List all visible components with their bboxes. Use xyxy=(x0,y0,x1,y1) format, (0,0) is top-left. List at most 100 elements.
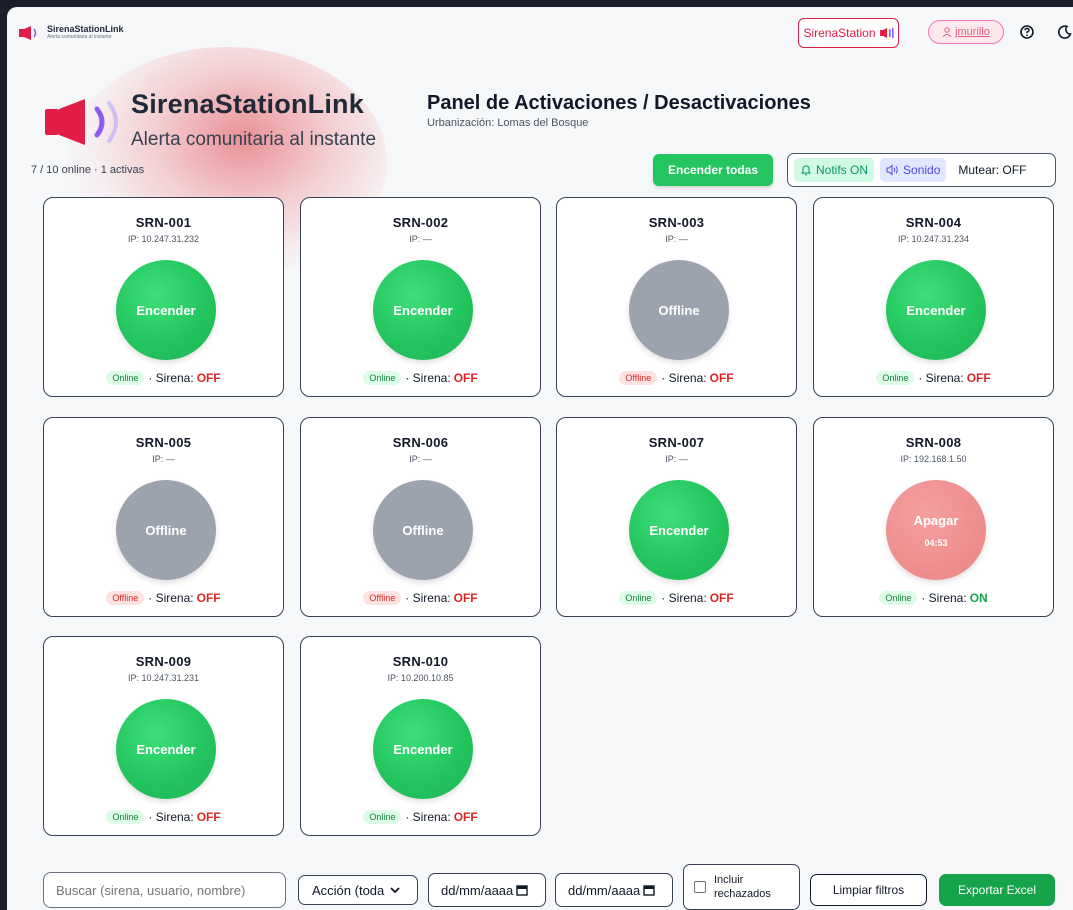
siren-ip: IP: — xyxy=(152,454,175,464)
speaker-icon xyxy=(886,164,898,176)
siren-ip: IP: 192.168.1.50 xyxy=(900,454,967,464)
siren-ip: IP: 10.247.31.234 xyxy=(897,234,970,244)
brand-small[interactable]: SirenaStationLink Alerta comunitaria al … xyxy=(19,24,124,41)
siren-status-line: Online · Sirena: OFF xyxy=(557,591,796,605)
notifs-toggle[interactable]: Notifs ON xyxy=(794,158,875,182)
page-subtitle: Urbanización: Lomas del Bosque xyxy=(427,117,589,129)
status-badge: Offline xyxy=(619,371,658,385)
station-button[interactable]: SirenaStation xyxy=(798,18,899,48)
filters-bar: Acción (toda dd/mm/aaaa dd/mm/aaaa Inclu… xyxy=(7,862,1073,910)
siren-label: · Sirena: xyxy=(405,371,451,385)
siren-small-icon xyxy=(879,28,894,38)
include-rejected-checkbox[interactable]: Incluir rechazados xyxy=(683,864,800,910)
siren-label: · Sirena: xyxy=(148,591,194,605)
action-select-value: Acción (toda xyxy=(312,882,385,898)
turn-on-button[interactable]: Encender xyxy=(886,260,986,360)
turn-on-button[interactable]: Encender xyxy=(629,480,729,580)
siren-card: SRN-002 IP: — Encender Online · Sirena: OFF xyxy=(300,197,541,397)
notifs-label: Notifs ON xyxy=(816,163,869,177)
siren-logo-large-icon xyxy=(45,99,118,145)
siren-status-line: Offline · Sirena: OFF xyxy=(557,371,796,385)
siren-ip: IP: 10.200.10.85 xyxy=(387,673,454,683)
mute-toggle[interactable]: Mutear: OFF xyxy=(958,163,1026,177)
user-menu-button[interactable]: jmurillo xyxy=(928,20,1004,44)
siren-card: SRN-009 IP: 10.247.31.231 Encender Online · … xyxy=(43,636,284,836)
siren-card: SRN-010 IP: 10.200.10.85 Encender Online · S… xyxy=(300,636,541,836)
siren-ip: IP: 10.247.31.231 xyxy=(127,673,200,683)
date-to-value: dd/mm/aaaa xyxy=(568,882,641,898)
siren-card: SRN-003 IP: — Offline Offline · Sirena: OFF xyxy=(556,197,797,397)
clear-filters-button[interactable]: Limpiar filtros xyxy=(810,874,927,906)
offline-button: Offline xyxy=(629,260,729,360)
siren-button-label: Encender xyxy=(906,302,966,318)
siren-label: · Sirena: xyxy=(148,810,194,824)
siren-status-line: Online · Sirena: OFF xyxy=(301,371,540,385)
siren-card: SRN-005 IP: — Offline Offline · Sirena: OFF xyxy=(43,417,284,617)
siren-status-line: Offline · Sirena: OFF xyxy=(301,591,540,605)
export-excel-button[interactable]: Exportar Excel xyxy=(939,874,1055,906)
siren-button-label: Encender xyxy=(136,741,196,757)
turn-on-button[interactable]: Encender xyxy=(373,260,473,360)
turn-on-button[interactable]: Encender xyxy=(373,699,473,799)
siren-status-line: Online · Sirena: OFF xyxy=(301,810,540,824)
theme-toggle-icon[interactable] xyxy=(1057,24,1073,40)
siren-label: · Sirena: xyxy=(148,371,194,385)
siren-label: · Sirena: xyxy=(405,591,451,605)
search-input[interactable] xyxy=(43,872,286,908)
turn-on-all-button[interactable]: Encender todas xyxy=(653,154,773,186)
siren-state: OFF xyxy=(453,591,478,605)
siren-card: SRN-006 IP: — Offline Offline · Sirena: OFF xyxy=(300,417,541,617)
siren-name: SRN-006 xyxy=(392,435,449,450)
status-badge: Online xyxy=(619,591,658,605)
app-window: SirenaStationLink Alerta comunitaria al … xyxy=(7,7,1073,910)
turn-on-button[interactable]: Encender xyxy=(116,699,216,799)
siren-timer: 04:53 xyxy=(924,537,948,548)
siren-status-line: Online · Sirena: OFF xyxy=(814,371,1053,385)
date-to-input[interactable]: dd/mm/aaaa xyxy=(555,873,673,907)
siren-button-label: Encender xyxy=(393,302,453,318)
siren-status-line: Online · Sirena: ON xyxy=(814,591,1053,605)
chevron-down-icon xyxy=(390,887,400,894)
turn-off-button[interactable]: Apagar 04:53 xyxy=(886,480,986,580)
turn-on-button[interactable]: Encender xyxy=(116,260,216,360)
brand-small-name: SirenaStationLink xyxy=(47,24,124,34)
checkbox-box[interactable] xyxy=(694,881,706,893)
siren-state: OFF xyxy=(966,371,991,385)
siren-state: OFF xyxy=(709,371,734,385)
top-bar: SirenaStationLink Alerta comunitaria al … xyxy=(7,7,1073,55)
siren-name: SRN-010 xyxy=(392,654,449,669)
status-badge: Online xyxy=(876,371,915,385)
online-summary: 7 / 10 online · 1 activas xyxy=(31,164,145,176)
status-badge: Offline xyxy=(363,591,402,605)
siren-label: · Sirena: xyxy=(405,810,451,824)
offline-button: Offline xyxy=(373,480,473,580)
siren-ip: IP: — xyxy=(665,234,688,244)
status-badge: Online xyxy=(363,810,402,824)
date-from-value: dd/mm/aaaa xyxy=(441,882,514,898)
station-label: SirenaStation xyxy=(803,26,876,40)
siren-button-label: Offline xyxy=(402,522,444,538)
user-label: jmurillo xyxy=(955,26,990,38)
calendar-icon xyxy=(643,885,655,896)
siren-status-line: Online · Sirena: OFF xyxy=(44,810,283,824)
action-select[interactable]: Acción (toda xyxy=(298,875,418,905)
siren-state: OFF xyxy=(196,810,221,824)
offline-button: Offline xyxy=(116,480,216,580)
sound-toggle[interactable]: Sonido xyxy=(880,158,947,182)
brand-small-tagline: Alerta comunitaria al instante xyxy=(47,34,112,40)
siren-label: · Sirena: xyxy=(918,371,964,385)
siren-name: SRN-009 xyxy=(135,654,192,669)
siren-name: SRN-001 xyxy=(135,215,192,230)
date-from-input[interactable]: dd/mm/aaaa xyxy=(428,873,546,907)
calendar-icon xyxy=(516,885,528,896)
help-icon[interactable] xyxy=(1019,24,1035,40)
siren-name: SRN-008 xyxy=(905,435,962,450)
siren-name: SRN-003 xyxy=(648,215,705,230)
status-badge: Online xyxy=(879,591,918,605)
brand-tagline: Alerta comunitaria al instante xyxy=(131,129,377,150)
siren-button-label: Encender xyxy=(136,302,196,318)
siren-name: SRN-002 xyxy=(392,215,449,230)
user-icon xyxy=(942,27,952,37)
siren-button-label: Encender xyxy=(649,522,709,538)
siren-state: OFF xyxy=(196,371,221,385)
